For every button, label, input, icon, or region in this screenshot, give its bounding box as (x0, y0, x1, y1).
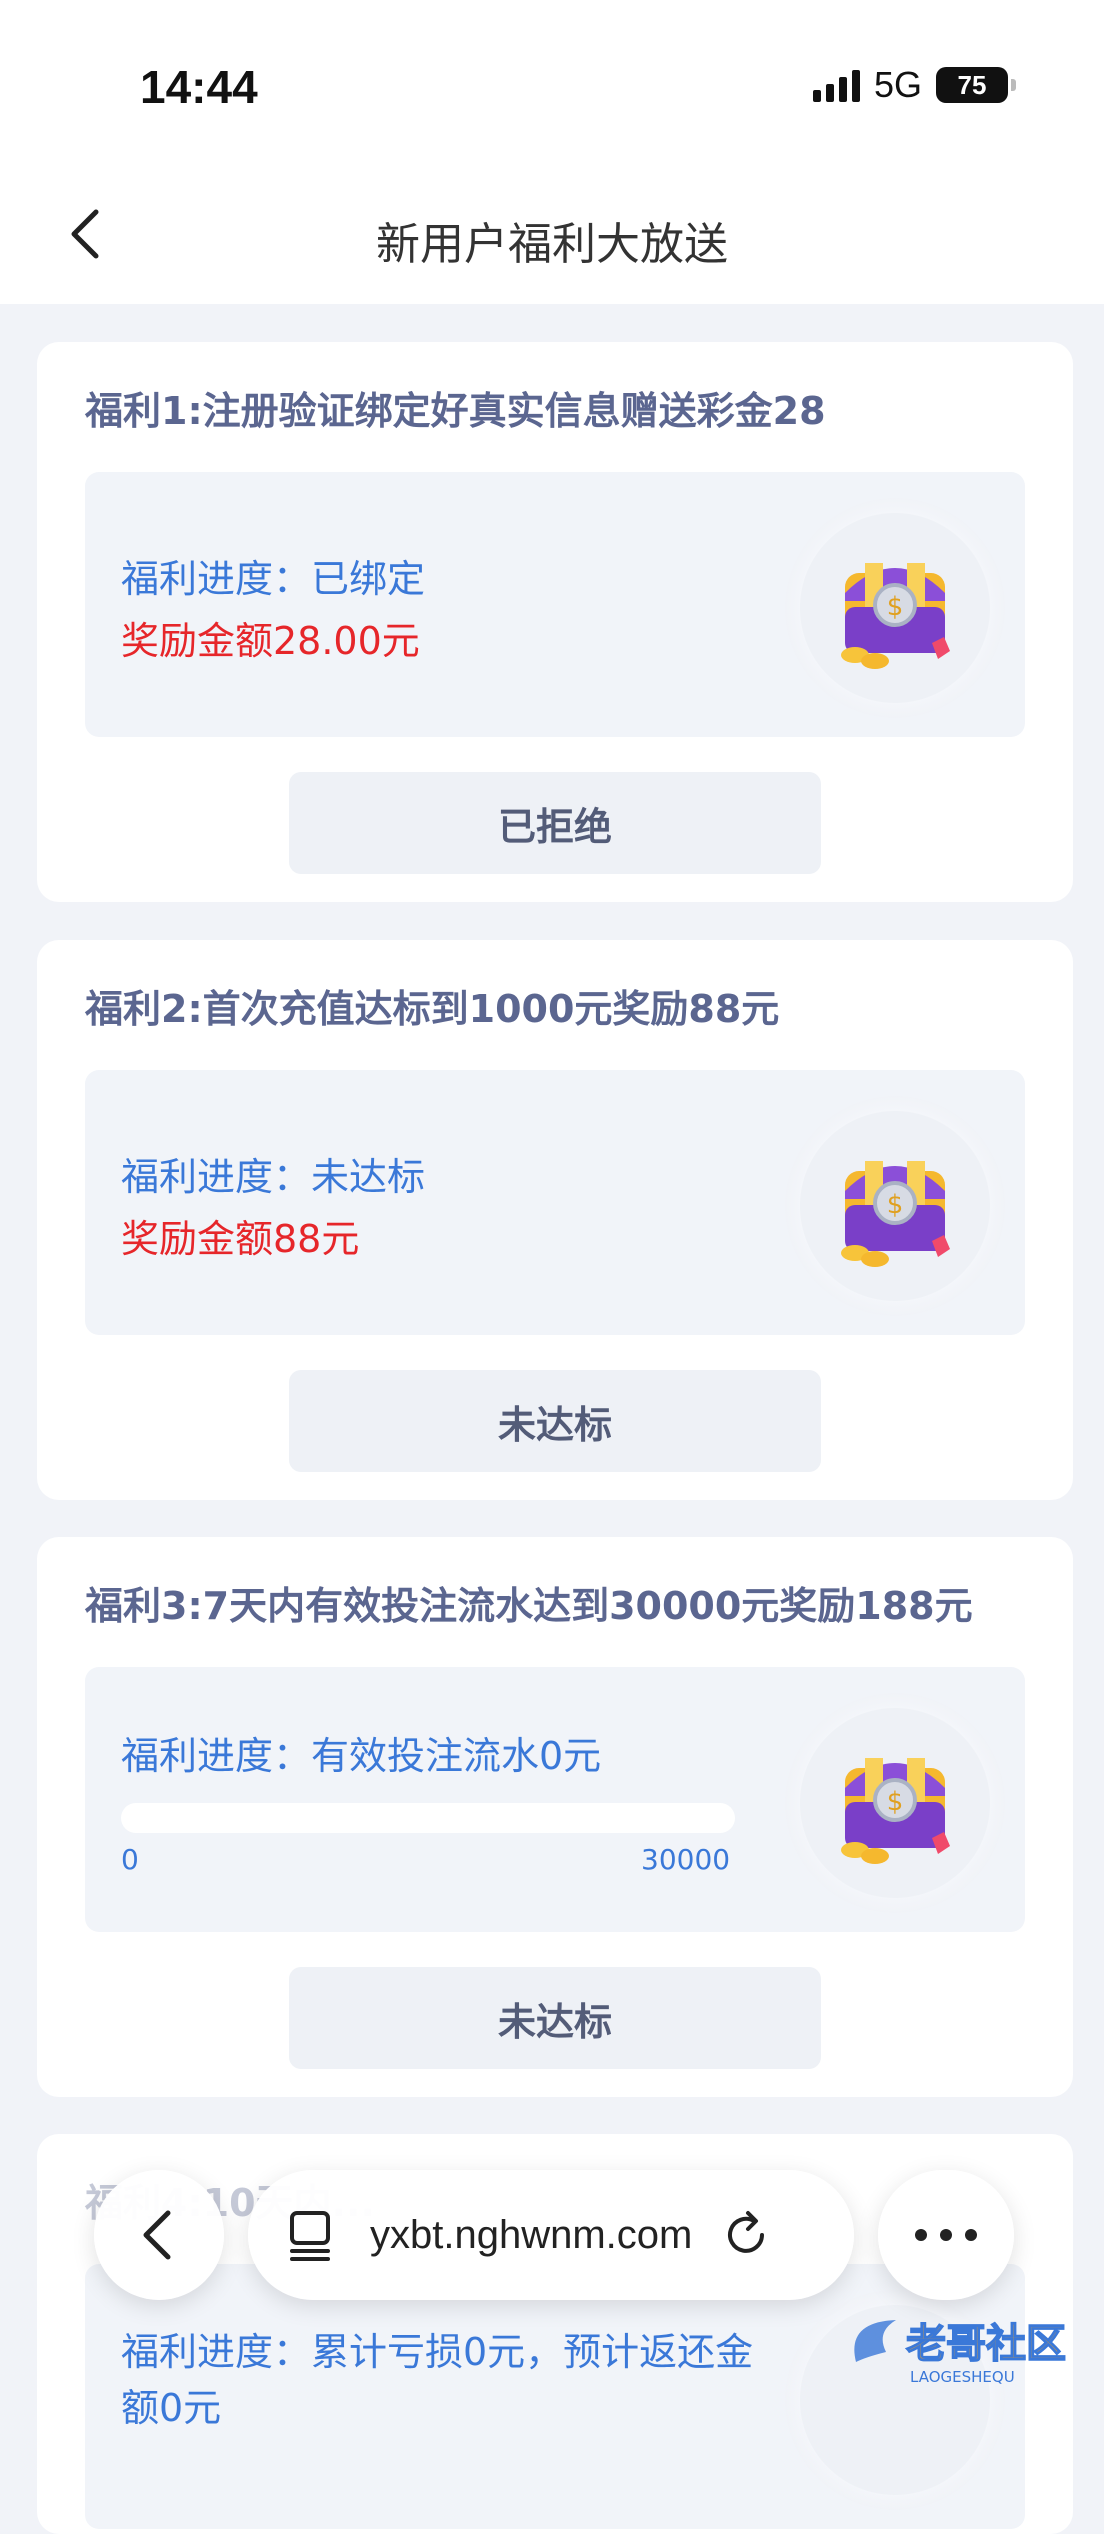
status-bar: 14:44 5G 75 (0, 0, 1104, 180)
address-bar[interactable]: yxbt.nghwnm.com (248, 2170, 854, 2300)
treasure-chest-icon: $ (785, 498, 1005, 718)
signal-icon (812, 68, 860, 102)
status-time: 14:44 (140, 61, 258, 113)
treasure-chest-icon: $ (785, 1693, 1005, 1913)
welfare-card-2: 福利2:首次充值达标到1000元奖励88元 福利进度：未达标 奖励金额88元 $ (37, 940, 1073, 1500)
progress-max-label: 30000 (641, 1843, 731, 1876)
treasure-chest-icon: $ (785, 1096, 1005, 1316)
not-reached-button[interactable]: 未达标 (289, 1967, 821, 2069)
svg-text:$: $ (887, 1787, 904, 1817)
not-reached-button[interactable]: 未达标 (289, 1370, 821, 1472)
battery-icon: 75 (936, 67, 1016, 103)
status-indicators: 5G 75 (812, 64, 1016, 106)
welfare-card-1: 福利1:注册验证绑定好真实信息赠送彩金28 福利进度：已绑定 奖励金额28.00… (37, 342, 1073, 902)
page-title: 新用户福利大放送 (376, 219, 728, 270)
network-type: 5G (873, 64, 922, 105)
info-box: 福利进度：已绑定 奖励金额28.00元 $ (85, 472, 1025, 737)
svg-text:LAOGESHEQU: LAOGESHEQU (910, 2368, 1015, 2386)
battery-level: 75 (957, 69, 987, 100)
watermark-logo: 老哥社区 LAOGESHEQU (836, 2302, 1086, 2392)
progress-bar (121, 1803, 735, 1833)
card-title: 福利3:7天内有效投注流水达到30000元奖励188元 (85, 1584, 973, 1628)
welfare-card-3: 福利3:7天内有效投注流水达到30000元奖励188元 福利进度：有效投注流水0… (37, 1537, 1073, 2097)
more-button[interactable] (878, 2170, 1014, 2300)
url-text: yxbt.nghwnm.com (370, 2212, 693, 2257)
rejected-button[interactable]: 已拒绝 (289, 772, 821, 874)
reward-text: 奖励金额88元 (121, 1217, 360, 1261)
back-icon (143, 2210, 171, 2260)
svg-text:$: $ (887, 592, 904, 622)
progress-text: 福利进度：有效投注流水0元 (121, 1734, 602, 1778)
info-box: 福利进度：未达标 奖励金额88元 $ (85, 1070, 1025, 1335)
info-box: 福利进度：有效投注流水0元 0 30000 $ (85, 1667, 1025, 1932)
browser-back-button[interactable] (94, 2170, 224, 2300)
card-title: 福利2:首次充值达标到1000元奖励88元 (85, 987, 780, 1031)
svg-text:$: $ (887, 1190, 904, 1220)
progress-text: 福利进度：已绑定 (121, 557, 426, 601)
progress-text: 福利进度：累计亏损0元，预计返还金额0元 (121, 2330, 754, 2430)
reward-text: 奖励金额28.00元 (121, 619, 420, 663)
progress-min-label: 0 (121, 1843, 139, 1876)
svg-text:老哥社区: 老哥社区 (906, 2321, 1066, 2367)
card-title: 福利1:注册验证绑定好真实信息赠送彩金28 (85, 389, 826, 433)
more-icon (915, 2229, 977, 2241)
reload-icon[interactable] (718, 2207, 774, 2263)
tabs-icon[interactable] (284, 2207, 340, 2263)
progress-text: 福利进度：未达标 (121, 1155, 426, 1199)
nav-bar: 新用户福利大放送 (0, 180, 1104, 304)
